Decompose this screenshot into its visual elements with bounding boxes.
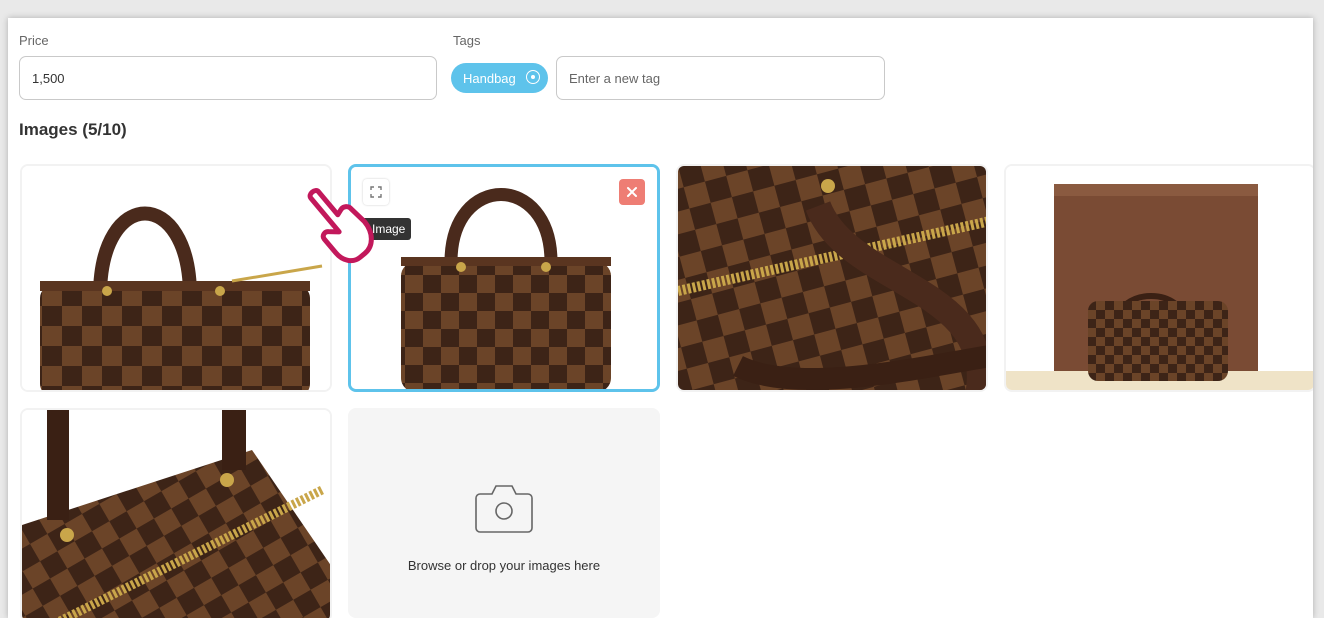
close-icon — [627, 187, 637, 197]
product-form-panel: Price Tags Handbag Images (5/10) — [8, 18, 1313, 618]
price-field[interactable] — [19, 56, 437, 100]
image-card-2[interactable] — [348, 164, 660, 392]
tag-chip-handbag[interactable]: Handbag — [451, 63, 548, 93]
image-card-1[interactable] — [20, 164, 332, 392]
image-dropzone[interactable]: Browse or drop your images here — [348, 408, 660, 618]
handbag-photo — [22, 166, 330, 390]
circle-x-icon[interactable] — [526, 70, 540, 84]
remove-image-button[interactable] — [619, 179, 645, 205]
price-input[interactable] — [32, 70, 436, 86]
price-label: Price — [19, 33, 49, 48]
hand-cursor-icon — [307, 188, 374, 264]
image-card-5[interactable] — [20, 408, 332, 618]
image-card-3[interactable] — [676, 164, 988, 392]
new-tag-field[interactable] — [556, 56, 885, 100]
handbag-photo — [22, 410, 330, 618]
dropzone-label: Browse or drop your images here — [407, 558, 601, 573]
tags-label: Tags — [453, 33, 481, 48]
tag-chip-label: Handbag — [463, 70, 516, 86]
new-tag-input[interactable] — [569, 70, 884, 86]
handbag-photo — [351, 167, 657, 389]
handbag-photo — [678, 166, 986, 390]
handbag-with-box-photo — [1006, 166, 1313, 390]
camera-icon — [475, 485, 533, 533]
images-section-title: Images (5/10) — [19, 120, 127, 139]
image-card-4[interactable] — [1004, 164, 1313, 392]
